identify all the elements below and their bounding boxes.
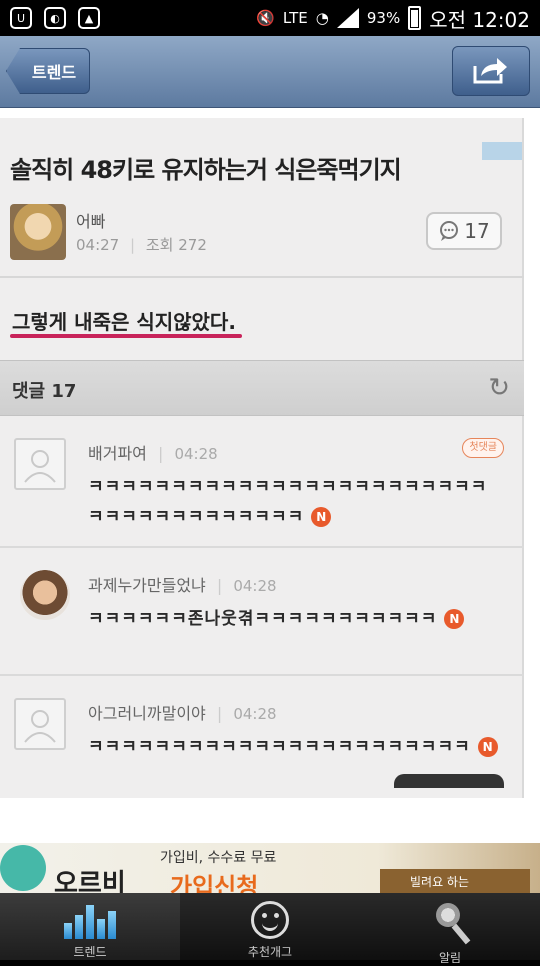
divider	[0, 276, 524, 278]
signal-icon	[336, 8, 359, 28]
comment-time: 04:28	[233, 577, 277, 595]
wifi-icon: ◔	[315, 9, 329, 27]
new-badge: N	[477, 737, 498, 757]
back-button-label: 트렌드	[31, 63, 77, 82]
banner-logo-icon	[0, 845, 46, 891]
comment-author[interactable]: 과제누가만들었냐	[88, 576, 206, 595]
comments-header-label: 댓글 17	[12, 377, 76, 403]
author-name[interactable]: 어빠	[76, 208, 105, 232]
ad-banner[interactable]: 오르비 가입비, 수수료 무료 가입신청 빌려요 하는	[0, 843, 540, 893]
default-avatar-icon[interactable]	[14, 698, 66, 750]
meta-separator: |	[216, 576, 223, 595]
meta-separator: |	[157, 444, 164, 463]
post-content: 솔직히 48키로 유지하는거 식은죽먹기지 어빠 04:27 | 조회 272 …	[0, 108, 540, 843]
share-icon	[473, 58, 507, 84]
comment-text: ㅋㅋㅋㅋㅋㅋㅋㅋㅋㅋㅋㅋㅋㅋㅋㅋㅋㅋㅋㅋㅋㅋㅋ N	[88, 732, 498, 762]
comments-header: 댓글 17 ↻	[0, 360, 524, 416]
network-label: LTE	[282, 9, 308, 27]
comment-time: 04:28	[233, 705, 277, 723]
new-badge: N	[444, 609, 465, 629]
chart-bars-icon	[64, 901, 116, 939]
shortcut-notification-icon: ◐	[44, 7, 66, 29]
comment-meta: 아그러니까말이야 | 04:28	[88, 700, 277, 724]
post-card: 솔직히 48키로 유지하는거 식은죽먹기지 어빠 04:27 | 조회 272 …	[0, 118, 524, 798]
comment-item: 배거파여 | 04:28 첫댓글 ㅋㅋㅋㅋㅋㅋㅋㅋㅋㅋㅋㅋㅋㅋㅋㅋㅋㅋㅋㅋㅋㅋㅋ…	[0, 416, 524, 544]
comment-author[interactable]: 배거파여	[88, 444, 147, 463]
post-body: 그렇게 내죽은 식지않았다.	[12, 310, 236, 334]
comment-text-body: ㅋㅋㅋㅋㅋㅋㅋㅋㅋㅋㅋㅋㅋㅋㅋㅋㅋㅋㅋㅋㅋㅋㅋ	[88, 737, 471, 757]
back-button[interactable]: 트렌드	[6, 48, 90, 94]
tab-label: 트렌드	[73, 945, 107, 959]
comment-text-body: ㅋㅋㅋㅋㅋㅋㅋㅋㅋㅋㅋㅋㅋㅋㅋㅋㅋㅋㅋㅋㅋㅋㅋㅋㅋㅋㅋㅋㅋㅋㅋㅋㅋㅋㅋㅋㅋ	[88, 477, 488, 527]
mute-icon: 🔇	[256, 9, 275, 27]
comment-count-button[interactable]: 17	[426, 212, 502, 250]
bottom-tab-bar: 트렌드 추천개그 알림	[0, 893, 540, 965]
status-right: 🔇 LTE ◔ 93% 오전 12:02	[256, 4, 530, 33]
app-notification-icon: U	[10, 7, 32, 29]
new-badge: N	[311, 507, 332, 527]
tab-trend[interactable]: 트렌드	[0, 893, 180, 960]
post-meta: 04:27 | 조회 272	[76, 234, 207, 255]
post-views: 조회 272	[145, 236, 207, 254]
banner-headline: 가입신청	[170, 873, 259, 893]
comment-text-body: ㅋㅋㅋㅋㅋㅋ존나웃겪ㅋㅋㅋㅋㅋㅋㅋㅋㅋㅋㅋ	[88, 609, 438, 629]
clock: 오전 12:02	[429, 7, 530, 32]
first-comment-badge: 첫댓글	[462, 438, 504, 458]
battery-percent: 93%	[366, 9, 401, 27]
gallery-notification-icon: ▲	[78, 7, 100, 29]
battery-icon	[408, 6, 422, 30]
banner-right-text: 빌려요 하는	[380, 869, 530, 893]
body-underline	[10, 334, 242, 338]
comment-meta: 과제누가만들었냐 | 04:28	[88, 572, 277, 596]
tab-label: 추천개그	[247, 945, 293, 959]
comments-label: 댓글	[12, 381, 46, 402]
post-time: 04:27	[76, 236, 120, 254]
refresh-icon[interactable]: ↻	[488, 373, 510, 403]
share-button[interactable]	[452, 46, 530, 96]
title-corner-tab	[482, 142, 522, 160]
microphone-icon	[431, 898, 471, 945]
tab-label: 알림	[438, 951, 462, 965]
speech-bubble-icon	[440, 221, 459, 241]
smiley-icon	[251, 901, 289, 939]
author-avatar[interactable]	[10, 204, 66, 260]
comment-time: 04:28	[174, 445, 218, 463]
comment-count: 17	[464, 219, 490, 243]
meta-separator: |	[130, 236, 136, 254]
comment-text: ㅋㅋㅋㅋㅋㅋ존나웃겪ㅋㅋㅋㅋㅋㅋㅋㅋㅋㅋㅋ N	[88, 604, 498, 634]
comment-text: ㅋㅋㅋㅋㅋㅋㅋㅋㅋㅋㅋㅋㅋㅋㅋㅋㅋㅋㅋㅋㅋㅋㅋㅋㅋㅋㅋㅋㅋㅋㅋㅋㅋㅋㅋㅋㅋ N	[88, 472, 498, 532]
meta-separator: |	[216, 704, 223, 723]
status-notification-icons: U ◐ ▲	[10, 7, 100, 29]
comment-meta: 배거파여 | 04:28	[88, 440, 218, 464]
user-avatar[interactable]	[20, 570, 70, 620]
default-avatar-icon[interactable]	[14, 438, 66, 490]
comments-count: 17	[51, 381, 77, 402]
app-navbar: 트렌드	[0, 36, 540, 108]
author-row: 어빠 04:27 | 조회 272 17	[10, 204, 510, 266]
comment-item: 과제누가만들었냐 | 04:28 ㅋㅋㅋㅋㅋㅋ존나웃겪ㅋㅋㅋㅋㅋㅋㅋㅋㅋㅋㅋ N	[0, 546, 524, 674]
floating-button[interactable]	[394, 774, 504, 788]
banner-brand: 오르비	[54, 869, 126, 893]
tab-notifications[interactable]: 알림	[360, 893, 540, 965]
banner-subtitle: 가입비, 수수료 무료	[160, 850, 277, 866]
status-bar: U ◐ ▲ 🔇 LTE ◔ 93% 오전 12:02	[0, 0, 540, 36]
comment-author[interactable]: 아그러니까말이야	[88, 704, 206, 723]
comment-item: 아그러니까말이야 | 04:28 ㅋㅋㅋㅋㅋㅋㅋㅋㅋㅋㅋㅋㅋㅋㅋㅋㅋㅋㅋㅋㅋㅋㅋ…	[0, 674, 524, 794]
post-title: 솔직히 48키로 유지하는거 식은죽먹기지	[10, 156, 402, 184]
tab-recommended[interactable]: 추천개그	[180, 893, 360, 960]
